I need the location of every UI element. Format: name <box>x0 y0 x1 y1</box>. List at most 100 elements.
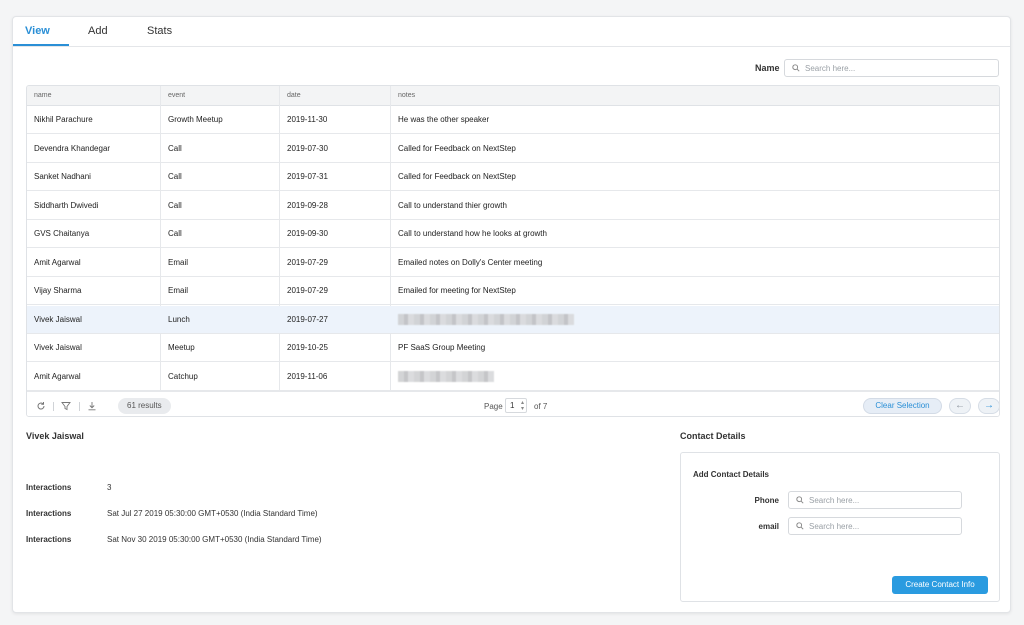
table-row[interactable]: Amit Agarwal Email 2019-07-29 Emailed notes… <box>27 249 999 277</box>
interaction-date: Sat Nov 30 2019 05:30:00 GMT+0530 (India… <box>107 535 322 544</box>
cell-name: Devendra Khandegar <box>34 143 111 153</box>
cell-date: 2019-09-30 <box>287 229 328 238</box>
table-row[interactable]: Devendra Khandegar Call 2019-07-30 Called f… <box>27 135 999 163</box>
search-icon <box>792 64 800 72</box>
redacted-note <box>398 370 494 382</box>
cell-notes: He was the other speaker <box>398 115 490 124</box>
name-filter-label: Name <box>755 63 780 73</box>
contact-details-panel: Add Contact Details Phone Search here...… <box>680 452 1000 602</box>
cell-name: Sanket Nadhani <box>34 172 91 181</box>
cell-notes: Emailed for meeting for NextStep <box>398 286 516 295</box>
table-row[interactable]: GVS Chaitanya Call 2019-09-30 Call to under… <box>27 220 999 248</box>
cell-name: Amit Agarwal <box>34 257 81 267</box>
cell-notes: Called for Feedback on NextStep <box>398 172 516 181</box>
cell-event: Call <box>168 229 182 238</box>
column-header-date[interactable]: date <box>287 92 301 99</box>
filter-icon[interactable] <box>61 401 71 411</box>
interactions-count: 3 <box>107 483 112 492</box>
add-contact-details-title: Add Contact Details <box>693 470 770 479</box>
cell-event: Call <box>168 172 182 181</box>
page-number-input[interactable]: 1 ▴ ▾ <box>505 398 527 413</box>
cell-event: Growth Meetup <box>168 115 223 124</box>
create-contact-info-button[interactable]: Create Contact Info <box>892 576 988 594</box>
main-card: View Add Stats Name Search here... name … <box>12 16 1011 613</box>
next-page-button[interactable]: → <box>978 398 999 414</box>
table-row[interactable]: Vijay Sharma Email 2019-07-29 Emailed for m… <box>27 277 999 305</box>
email-label: email <box>758 522 779 531</box>
redacted-note <box>398 313 574 325</box>
footer-separator <box>79 402 80 411</box>
phone-input[interactable]: Search here... <box>788 491 962 509</box>
cell-event: Email <box>168 286 189 295</box>
selected-contact-name: Vivek Jaiswal <box>26 431 84 441</box>
interactions-table: name event date notes Nikhil Parachure Gr… <box>26 85 1000 417</box>
tab-add[interactable]: Add <box>88 25 108 37</box>
table-row[interactable]: Sanket Nadhani Call 2019-07-31 Called for F… <box>27 163 999 191</box>
table-row[interactable]: Amit Agarwal Catchup 2019-11-06 <box>27 363 999 391</box>
cell-date: 2019-07-27 <box>287 314 328 324</box>
cell-event: Catchup <box>168 371 198 381</box>
cell-date: 2019-10-25 <box>287 343 328 352</box>
footer-separator <box>53 402 54 411</box>
interactions-label: Interactions <box>26 509 72 518</box>
interactions-label: Interactions <box>26 483 72 492</box>
table-header: name event date notes <box>27 86 999 106</box>
table-row[interactable]: Siddharth Dwivedi Call 2019-09-28 Call to u… <box>27 192 999 220</box>
cell-event: Meetup <box>168 343 195 352</box>
search-icon <box>796 496 804 504</box>
page-number-value: 1 <box>510 401 515 410</box>
email-placeholder: Search here... <box>809 522 860 531</box>
phone-placeholder: Search here... <box>809 496 860 505</box>
cell-name: Amit Agarwal <box>34 371 81 381</box>
arrow-left-icon: ← <box>955 400 965 411</box>
page-spinner-icon[interactable]: ▴ ▾ <box>521 400 524 412</box>
phone-label: Phone <box>754 496 779 505</box>
cell-notes: PF SaaS Group Meeting <box>398 343 486 352</box>
download-icon[interactable] <box>87 401 97 411</box>
tab-bar: View Add Stats <box>13 17 1010 47</box>
cell-event: Call <box>168 200 182 210</box>
active-tab-indicator <box>13 44 69 46</box>
table-row[interactable]: Vivek Jaiswal Lunch 2019-07-27 <box>27 305 999 334</box>
previous-page-button[interactable]: ← <box>949 398 971 414</box>
column-header-event[interactable]: event <box>168 92 185 99</box>
cell-event: Email <box>168 257 189 267</box>
refresh-icon[interactable] <box>36 401 46 411</box>
cell-date: 2019-07-30 <box>287 143 328 153</box>
table-row[interactable]: Vivek Jaiswal Meetup 2019-10-25 PF SaaS Gro… <box>27 334 999 362</box>
table-row[interactable]: Nikhil Parachure Growth Meetup 2019-11-30 H… <box>27 106 999 134</box>
page-label: Page <box>484 402 503 411</box>
cell-date: 2019-07-29 <box>287 286 328 295</box>
cell-name: Vivek Jaiswal <box>34 314 82 324</box>
interactions-label: Interactions <box>26 535 72 544</box>
cell-name: Siddharth Dwivedi <box>34 200 99 210</box>
table-footer: 61 results Page 1 ▴ ▾ of 7 Clear Selectio… <box>27 391 999 416</box>
cell-name: Nikhil Parachure <box>34 115 93 124</box>
cell-name: Vivek Jaiswal <box>34 343 82 352</box>
tab-stats[interactable]: Stats <box>147 25 172 37</box>
cell-name: GVS Chaitanya <box>34 229 90 238</box>
clear-selection-button[interactable]: Clear Selection <box>863 398 942 414</box>
interaction-date: Sat Jul 27 2019 05:30:00 GMT+0530 (India… <box>107 509 318 518</box>
cell-notes: Emailed notes on Dolly's Center meeting <box>398 257 543 267</box>
tab-view[interactable]: View <box>25 25 50 37</box>
cell-event: Call <box>168 143 182 153</box>
contact-details-title: Contact Details <box>680 431 746 441</box>
cell-date: 2019-07-31 <box>287 172 328 181</box>
cell-date: 2019-09-28 <box>287 200 328 210</box>
cell-date: 2019-11-30 <box>287 115 328 124</box>
cell-notes: Call to understand thier growth <box>398 200 507 210</box>
name-search-placeholder: Search here... <box>805 64 856 73</box>
column-header-notes[interactable]: notes <box>398 92 415 99</box>
results-count-badge: 61 results <box>118 398 171 414</box>
cell-event: Lunch <box>168 314 190 324</box>
email-input[interactable]: Search here... <box>788 517 962 535</box>
cell-date: 2019-11-06 <box>287 371 328 381</box>
name-search-input[interactable]: Search here... <box>784 59 999 77</box>
cell-notes: Call to understand how he looks at growt… <box>398 229 547 238</box>
cell-notes: Called for Feedback on NextStep <box>398 143 516 153</box>
arrow-right-icon: → <box>984 400 994 411</box>
page-total-label: of 7 <box>534 402 548 411</box>
search-icon <box>796 522 804 530</box>
column-header-name[interactable]: name <box>34 92 52 99</box>
